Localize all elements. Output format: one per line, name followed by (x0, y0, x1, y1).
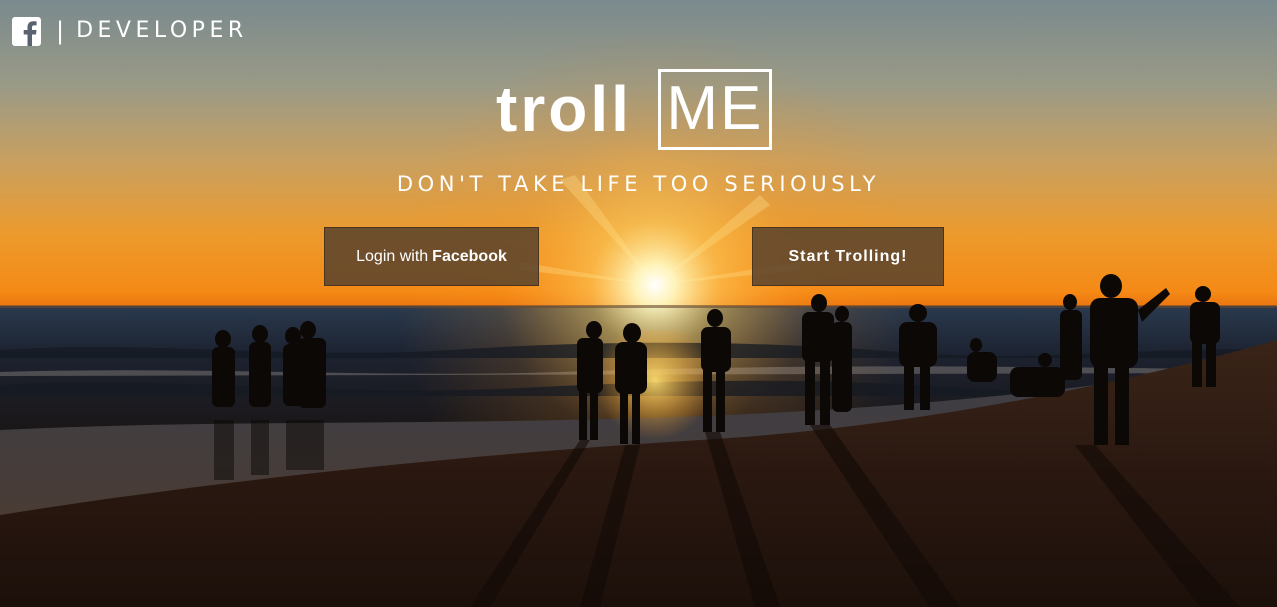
brand-label[interactable]: DEVELOPER (76, 16, 248, 46)
tagline: DON'T TAKE LIFE TOO SERIOUSLY (396, 172, 881, 196)
page-title: troll ME (496, 66, 772, 152)
start-trolling-button[interactable]: Start Trolling! (752, 227, 944, 286)
brand-separator: | (56, 17, 69, 45)
brand-header[interactable]: | DEVELOPER (12, 16, 248, 46)
login-with-facebook-button[interactable]: Login with Facebook (324, 227, 539, 286)
title-me-box: ME (657, 68, 772, 150)
title-me: ME (666, 74, 764, 143)
login-button-prefix: Login with (356, 247, 429, 265)
facebook-icon[interactable] (12, 16, 41, 46)
login-button-brand: Facebook (432, 247, 507, 265)
start-trolling-label: Start Trolling! (788, 247, 908, 265)
title-troll: troll (496, 73, 632, 145)
landing-page: | DEVELOPER troll ME DON'T TAKE LIFE TOO… (0, 0, 1277, 607)
